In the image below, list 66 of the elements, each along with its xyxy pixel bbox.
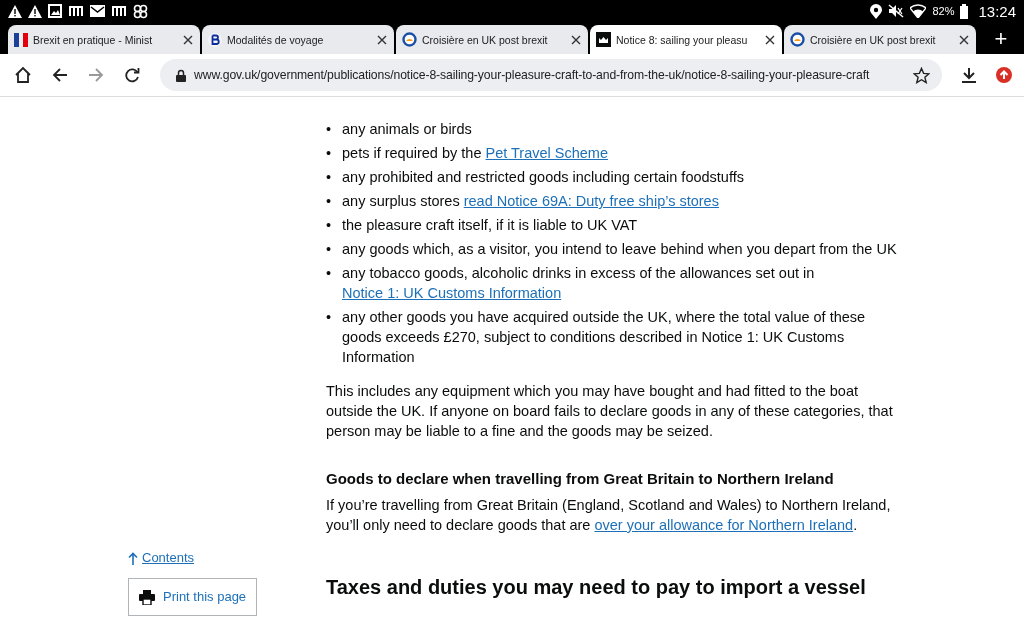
- browser-tab[interactable]: Notice 8: sailing your pleasu: [590, 25, 782, 54]
- bullet-point: •: [326, 216, 333, 235]
- download-icon[interactable]: [962, 67, 976, 83]
- list-item-text: any tobacco goods, alcoholic drinks in excess of the allowances set out in Notice 1: UK Customs Information: [342, 264, 816, 303]
- ring-favicon-icon: [402, 32, 417, 47]
- address-bar[interactable]: www.gov.uk/government/publications/notice-8-sailing-your-pleasure-craft-to-and-from-the-uk/notice-8-sailing-your-pleasure-craft: [160, 59, 942, 91]
- browser-tab[interactable]: Brexit en pratique - Minist: [8, 25, 200, 54]
- list-item-text: any surplus stores read Notice 69A: Duty free ship’s stores: [342, 192, 720, 211]
- paragraph: This includes any equipment which you may have bought and had fitted to the boat outside the UK. If anyone on board fails to declare goods in any of these categories, that person may be liable to a fine and the goods may be seized.: [326, 382, 894, 441]
- bullet-point: •: [326, 240, 333, 259]
- flag-favicon-icon: [14, 32, 28, 47]
- wifi-icon: [910, 4, 927, 18]
- printer-icon: [139, 589, 155, 605]
- star-icon[interactable]: [913, 66, 930, 84]
- close-icon[interactable]: [959, 34, 969, 45]
- browser-tab[interactable]: Croisière en UK post brexit: [396, 25, 588, 54]
- bullet-point: •: [326, 192, 333, 211]
- mute-icon: [888, 4, 905, 18]
- list-item-text: any animals or birds: [342, 120, 473, 139]
- list-item-text: any goods which, as a visitor, you intend to leave behind when you depart from the UK: [342, 240, 898, 259]
- bullet-point: •: [326, 144, 333, 163]
- letter-favicon-icon: [208, 32, 222, 47]
- print-button[interactable]: Print this page: [128, 578, 258, 616]
- bullet-point: •: [326, 264, 333, 283]
- back-icon[interactable]: [52, 67, 68, 83]
- list-item-text: any other goods you have acquired outside the UK, where the total value of these goods exceeds £270, subject to conditions described in Notice 1: UK Customs Information: [342, 308, 867, 367]
- newspaper-icon: [111, 4, 127, 18]
- text-link[interactable]: Pet Travel Scheme: [485, 145, 608, 161]
- reload-icon[interactable]: [124, 67, 140, 83]
- browser-tab[interactable]: Croisière en UK post brexit: [784, 25, 976, 54]
- text-link[interactable]: read Notice 69A: Duty free ship’s stores: [463, 193, 719, 209]
- image-icon: [48, 4, 62, 18]
- text-link[interactable]: over your allowance for Northern Ireland: [594, 517, 854, 533]
- ring-favicon-icon: [790, 32, 805, 47]
- lock-icon: [176, 68, 186, 82]
- text-link[interactable]: Notice 1: UK Customs Information: [342, 285, 562, 301]
- warning-icon: [8, 4, 22, 18]
- update-icon[interactable]: [996, 67, 1012, 83]
- crown-favicon-icon: [596, 32, 611, 47]
- list-item-text: pets if required by the Pet Travel Scheme: [342, 144, 609, 163]
- contents-link[interactable]: Contents: [128, 548, 195, 568]
- subheading: Goods to declare when travelling from Great Britain to Northern Ireland: [326, 469, 835, 489]
- warning-icon: [28, 4, 42, 18]
- newspaper-icon: [68, 4, 84, 18]
- new-tab-button[interactable]: +: [994, 26, 1008, 52]
- bullet-point: •: [326, 308, 333, 327]
- list-item-text: the pleasure craft itself, if it is liable to UK VAT: [342, 216, 639, 235]
- mail-icon: [90, 5, 105, 17]
- home-icon[interactable]: [14, 66, 32, 84]
- browser-tab[interactable]: Modalités de voyage: [202, 25, 394, 54]
- forward-icon[interactable]: [88, 67, 104, 83]
- paragraph: If you’re travelling from Great Britain (England, Scotland and Wales) to Northern Ireland, you’ll only need to declare goods that are over your allowance for Northern Ireland.: [326, 496, 892, 535]
- battery-level: 82%: [932, 5, 955, 17]
- close-icon[interactable]: [765, 34, 775, 45]
- battery-icon: [960, 3, 969, 19]
- close-icon[interactable]: [571, 34, 581, 45]
- up-arrow-icon: [128, 551, 138, 565]
- section-heading: Taxes and duties you may need to pay to import a vessel: [326, 575, 867, 599]
- clock: 13:24: [978, 2, 1016, 20]
- list-item-text: any prohibited and restricted goods including certain foodstuffs: [342, 168, 745, 187]
- close-icon[interactable]: [183, 34, 193, 45]
- close-icon[interactable]: [377, 34, 387, 45]
- bullet-point: •: [326, 168, 333, 187]
- location-icon: [870, 3, 883, 19]
- pinwheel-icon: [133, 3, 148, 19]
- bullet-point: •: [326, 120, 333, 139]
